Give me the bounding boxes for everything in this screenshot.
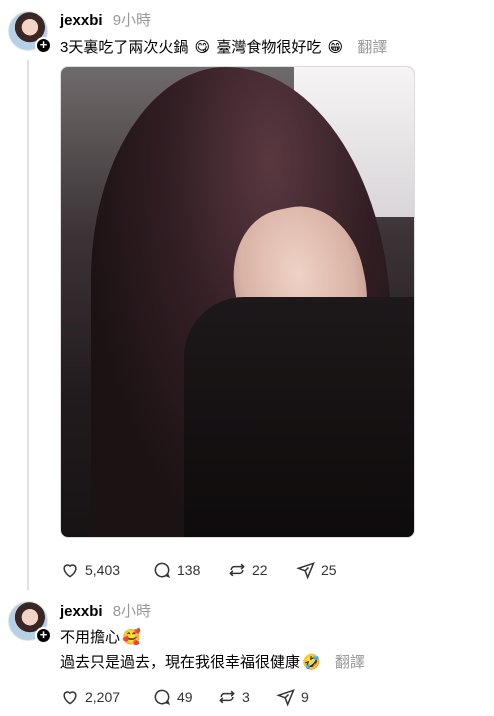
like-count: 5,403 (85, 562, 121, 578)
repost-button[interactable]: 22 (227, 560, 268, 580)
share-count: 9 (301, 689, 309, 705)
post-header: jexxbi 9小時 (60, 9, 151, 30)
username[interactable]: jexxbi (60, 12, 103, 29)
post-header: jexxbi 8小時 (60, 600, 151, 621)
comment-button[interactable]: 49 (152, 687, 193, 707)
post-text: 3天裏吃了兩次火鍋 😋 臺灣食物很好吃 😁 翻譯 (60, 36, 387, 57)
yum-emoji: 😋 (194, 39, 211, 56)
heart-icon (63, 691, 77, 705)
translate-link[interactable]: 翻譯 (335, 654, 365, 671)
repost-count: 3 (242, 689, 250, 705)
repost-icon (229, 563, 245, 577)
comment-count: 138 (177, 562, 201, 578)
avatar-wrap[interactable]: + (8, 11, 52, 54)
photo-jacket (184, 297, 414, 537)
share-icon (276, 689, 295, 707)
thread-line (27, 60, 29, 590)
timestamp[interactable]: 9小時 (113, 12, 151, 29)
share-count: 25 (321, 562, 337, 578)
repost-count: 22 (252, 562, 268, 578)
comment-button[interactable]: 138 (152, 560, 200, 580)
repost-button[interactable]: 3 (217, 687, 250, 707)
like-button[interactable]: 5,403 (60, 560, 120, 580)
avatar-wrap[interactable]: + (8, 601, 52, 644)
comment-icon (154, 689, 171, 706)
timestamp[interactable]: 8小時 (113, 603, 151, 620)
post-text-part: 不用擔心 (60, 629, 121, 646)
smiling-hearts-emoji: 🥰 (122, 629, 141, 646)
rofl-emoji: 🤣 (302, 654, 321, 671)
like-button[interactable]: 2,207 (60, 687, 120, 707)
post-text-part: 臺灣食物很好吃 (216, 39, 322, 56)
grin-emoji: 😁 (327, 39, 344, 56)
share-icon (296, 562, 315, 580)
like-count: 2,207 (85, 689, 121, 705)
post-photo[interactable] (60, 66, 415, 538)
translate-link[interactable]: 翻譯 (357, 39, 387, 56)
post-text-line-2: 過去只是過去，現在我很幸福很健康 🤣 翻譯 (60, 651, 365, 672)
comment-icon (154, 562, 171, 579)
share-button[interactable]: 9 (276, 687, 309, 707)
post-text-line-1: 不用擔心 🥰 (60, 626, 143, 647)
heart-icon (63, 564, 77, 578)
follow-plus-icon[interactable]: + (35, 37, 52, 54)
share-button[interactable]: 25 (296, 560, 337, 580)
username[interactable]: jexxbi (60, 603, 103, 620)
comment-count: 49 (177, 689, 193, 705)
repost-icon (219, 690, 235, 704)
post-text-part: 過去只是過去，現在我很幸福很健康 (60, 654, 301, 671)
follow-plus-icon[interactable]: + (35, 627, 52, 644)
post-text-part: 3天裏吃了兩次火鍋 (60, 39, 189, 56)
